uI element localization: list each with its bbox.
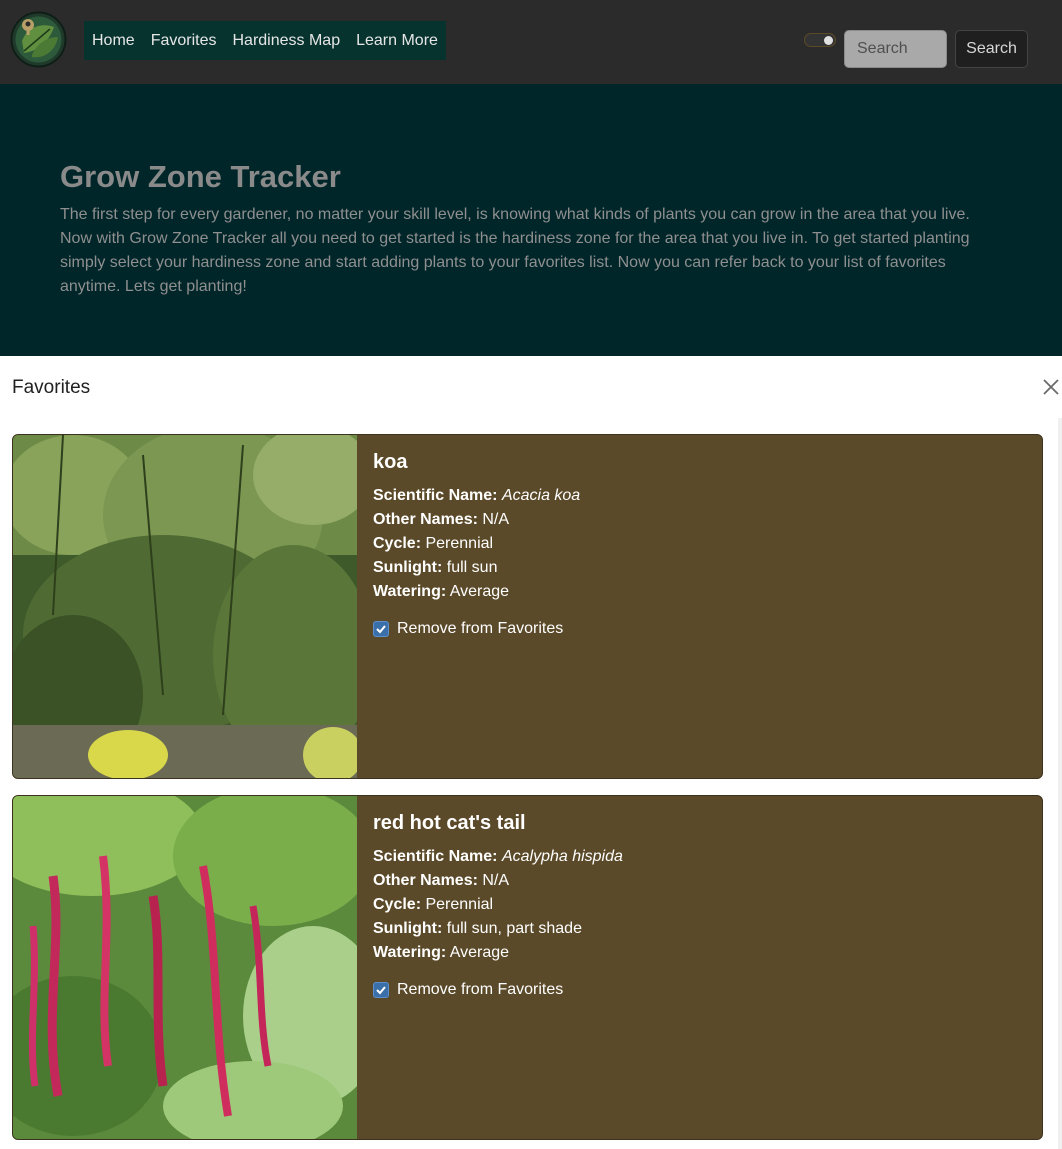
favorites-title: Favorites	[12, 377, 91, 398]
other-names-row: Other Names: N/A	[373, 869, 623, 893]
watering-value: Average	[449, 583, 510, 600]
sunlight-label: Sunlight:	[373, 920, 443, 937]
plant-name: koa	[373, 451, 408, 473]
favorite-label: Remove from Favorites	[397, 981, 564, 998]
checkmark-icon	[376, 986, 386, 995]
sunlight-value: full sun	[446, 559, 498, 576]
checkmark-icon	[376, 625, 386, 634]
plant-card: koa Scientific Name: Acacia koa Other Na…	[12, 434, 1043, 779]
scrollbar[interactable]	[1058, 418, 1062, 1149]
scientific-name-value: Acalypha hispida	[501, 848, 623, 865]
scientific-name-value: Acacia koa	[501, 487, 581, 504]
other-names-label: Other Names:	[373, 872, 478, 889]
watering-label: Watering:	[373, 583, 447, 600]
scientific-name-row: Scientific Name: Acalypha hispida	[373, 845, 623, 869]
cycle-value: Perennial	[425, 535, 494, 552]
plant-details: red hot cat's tail Scientific Name: Acal…	[373, 812, 623, 999]
favorite-label: Remove from Favorites	[397, 620, 564, 637]
other-names-value: N/A	[482, 511, 510, 528]
hero-description: The first step for every gardener, no ma…	[60, 206, 970, 295]
watering-label: Watering:	[373, 944, 447, 961]
other-names-row: Other Names: N/A	[373, 508, 580, 532]
nav-favorites[interactable]: Favorites	[151, 32, 217, 50]
plant-details: koa Scientific Name: Acacia koa Other Na…	[373, 451, 580, 638]
hero-banner: Grow Zone Tracker The first step for eve…	[0, 84, 1062, 356]
search-button[interactable]: Search	[955, 30, 1028, 68]
cycle-label: Cycle:	[373, 896, 422, 913]
toggle-knob	[824, 36, 833, 45]
plant-name: red hot cat's tail	[373, 812, 526, 834]
favorite-toggle[interactable]: Remove from Favorites	[373, 620, 580, 638]
close-icon[interactable]	[1041, 377, 1061, 397]
watering-row: Watering: Average	[373, 580, 580, 604]
scientific-name-label: Scientific Name:	[373, 487, 498, 504]
other-names-value: N/A	[482, 872, 510, 889]
favorite-toggle[interactable]: Remove from Favorites	[373, 981, 623, 999]
plant-photo-red-hot-cats-tail	[13, 796, 357, 1139]
cycle-value: Perennial	[425, 896, 494, 913]
scientific-name-label: Scientific Name:	[373, 848, 498, 865]
nav-hardiness-map[interactable]: Hardiness Map	[232, 32, 340, 50]
scientific-name-row: Scientific Name: Acacia koa	[373, 484, 580, 508]
favorite-checkbox[interactable]	[373, 621, 389, 637]
watering-value: Average	[449, 944, 510, 961]
sunlight-label: Sunlight:	[373, 559, 443, 576]
navbar: Home Favorites Hardiness Map Learn More …	[0, 0, 1062, 84]
cycle-row: Cycle: Perennial	[373, 893, 623, 917]
nav-learn-more[interactable]: Learn More	[356, 32, 438, 50]
plant-photo-koa	[13, 435, 357, 778]
plant-card: red hot cat's tail Scientific Name: Acal…	[12, 795, 1043, 1140]
main-nav: Home Favorites Hardiness Map Learn More	[84, 21, 446, 60]
sunlight-row: Sunlight: full sun	[373, 556, 580, 580]
favorites-panel-header: Favorites	[0, 356, 1062, 418]
other-names-label: Other Names:	[373, 511, 478, 528]
sunlight-row: Sunlight: full sun, part shade	[373, 917, 623, 941]
nav-home[interactable]: Home	[92, 32, 135, 50]
globe-leaf-logo[interactable]	[10, 11, 67, 68]
page-title: Grow Zone Tracker	[60, 159, 341, 194]
theme-toggle[interactable]	[804, 33, 836, 47]
favorite-checkbox[interactable]	[373, 982, 389, 998]
cycle-label: Cycle:	[373, 535, 422, 552]
search-input[interactable]	[844, 30, 947, 68]
watering-row: Watering: Average	[373, 941, 623, 965]
sunlight-value: full sun, part shade	[446, 920, 582, 937]
cycle-row: Cycle: Perennial	[373, 532, 580, 556]
